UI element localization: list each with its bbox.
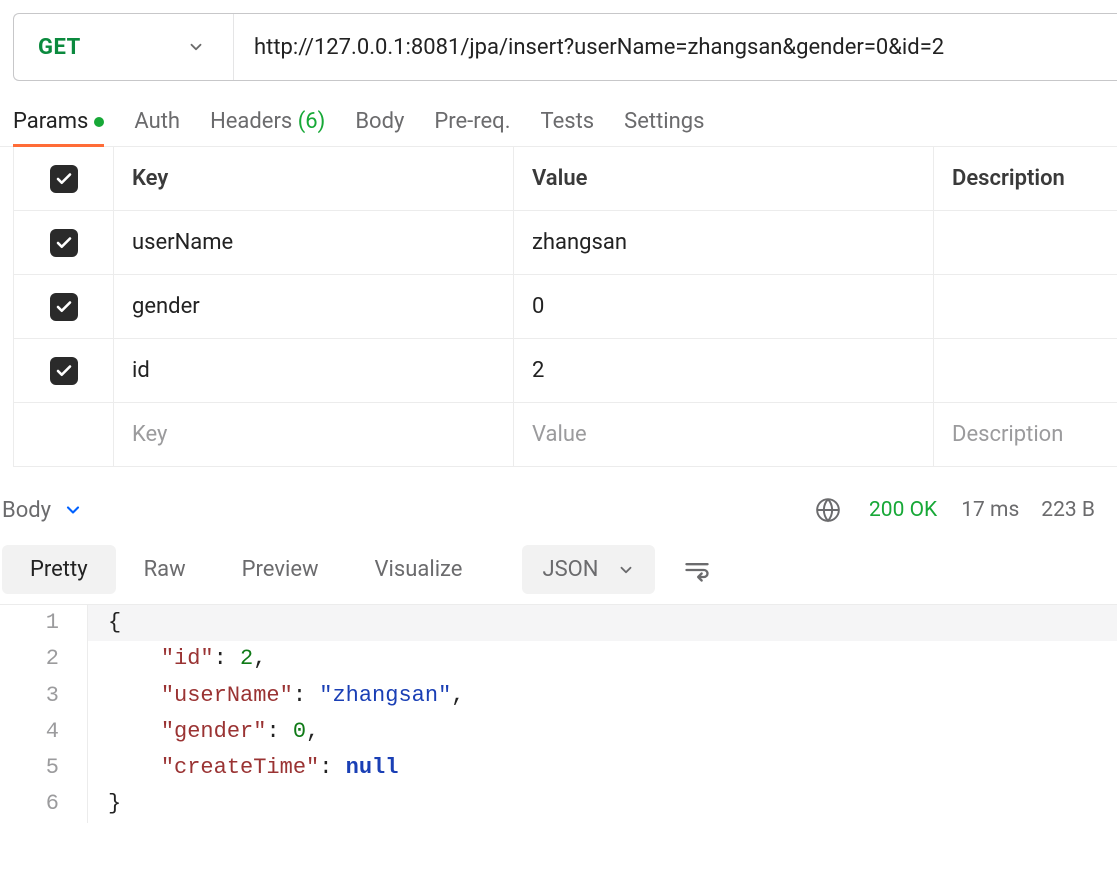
checkbox-checked-icon [50, 357, 78, 385]
tab-settings[interactable]: Settings [624, 109, 704, 146]
table-row: id2 [14, 339, 1117, 403]
chevron-down-icon[interactable] [63, 500, 83, 520]
code-line: 2 "id": 2, [0, 641, 1117, 677]
tab-params-label: Params [13, 109, 88, 134]
line-number: 6 [0, 786, 88, 822]
view-tab-raw[interactable]: Raw [116, 545, 214, 594]
params-header-row: Key Value Description [14, 147, 1117, 211]
row-checkbox-cell[interactable] [14, 339, 114, 402]
code-line: 3 "userName": "zhangsan", [0, 678, 1117, 714]
param-key-input[interactable]: gender [114, 275, 514, 338]
tab-body[interactable]: Body [355, 109, 404, 146]
param-key-input[interactable]: userName [114, 211, 514, 274]
col-header-key: Key [114, 147, 514, 210]
param-value-input[interactable]: zhangsan [514, 211, 934, 274]
code-line: 6} [0, 786, 1117, 822]
chevron-down-icon [617, 561, 635, 579]
col-header-description: Description [934, 147, 1117, 210]
tab-prereq[interactable]: Pre-req. [434, 109, 510, 146]
http-method-label: GET [38, 35, 81, 60]
line-content: } [88, 786, 121, 822]
line-number: 4 [0, 714, 88, 750]
response-status: 200 OK [869, 498, 937, 522]
tab-headers-label: Headers [210, 109, 292, 134]
view-tab-preview[interactable]: Preview [214, 545, 347, 594]
response-format-label: JSON [542, 557, 598, 582]
line-content: { [88, 605, 1117, 641]
chevron-down-icon [187, 38, 205, 56]
param-desc-input[interactable] [934, 211, 1117, 274]
globe-icon[interactable] [815, 497, 841, 523]
tab-headers[interactable]: Headers (6) [210, 109, 325, 146]
line-number: 3 [0, 678, 88, 714]
new-row-desc-input[interactable]: Description [934, 403, 1117, 466]
line-content: "id": 2, [88, 641, 266, 677]
code-line: 5 "createTime": null [0, 750, 1117, 786]
table-row: gender0 [14, 275, 1117, 339]
new-row-check-cell [14, 403, 114, 466]
line-content: "createTime": null [88, 750, 398, 786]
col-header-value: Value [514, 147, 934, 210]
row-checkbox-cell[interactable] [14, 211, 114, 274]
http-method-select[interactable]: GET [14, 14, 234, 80]
line-content: "userName": "zhangsan", [88, 678, 464, 714]
param-value-input[interactable]: 2 [514, 339, 934, 402]
line-wrap-icon[interactable] [683, 556, 711, 584]
tab-auth[interactable]: Auth [134, 109, 180, 146]
request-url-bar: GET http://127.0.0.1:8081/jpa/insert?use… [13, 13, 1117, 81]
view-tab-visualize[interactable]: Visualize [347, 545, 491, 594]
param-desc-input[interactable] [934, 339, 1117, 402]
line-number: 2 [0, 641, 88, 677]
new-row-key-input[interactable]: Key [114, 403, 514, 466]
response-section-select[interactable]: Body [2, 498, 51, 523]
response-meta-bar: Body 200 OK 17 ms 223 B [0, 477, 1117, 543]
table-row: userNamezhangsan [14, 211, 1117, 275]
view-tab-pretty[interactable]: Pretty [2, 545, 116, 594]
params-active-dot-icon [94, 117, 104, 127]
response-body-code[interactable]: 1{2 "id": 2,3 "userName": "zhangsan",4 "… [0, 604, 1117, 823]
request-tabs: Params Auth Headers (6) Body Pre-req. Te… [0, 81, 1117, 147]
tab-params[interactable]: Params [13, 109, 104, 146]
line-number: 5 [0, 750, 88, 786]
headers-count-badge: (6) [298, 109, 326, 134]
response-time: 17 ms [961, 498, 1019, 522]
param-desc-input[interactable] [934, 275, 1117, 338]
checkbox-checked-icon [50, 229, 78, 257]
code-line: 1{ [0, 605, 1117, 641]
param-value-input[interactable]: 0 [514, 275, 934, 338]
new-row-value-input[interactable]: Value [514, 403, 934, 466]
row-checkbox-cell[interactable] [14, 275, 114, 338]
url-input[interactable]: http://127.0.0.1:8081/jpa/insert?userNam… [234, 14, 1117, 80]
tab-tests[interactable]: Tests [541, 109, 595, 146]
response-view-tabs: Pretty Raw Preview Visualize JSON [0, 545, 1117, 594]
line-number: 1 [0, 605, 88, 641]
response-size: 223 B [1041, 498, 1095, 522]
params-new-row[interactable]: Key Value Description [14, 403, 1117, 467]
select-all-cell[interactable] [14, 147, 114, 210]
checkbox-checked-icon [50, 165, 78, 193]
line-content: "gender": 0, [88, 714, 319, 750]
checkbox-checked-icon [50, 293, 78, 321]
param-key-input[interactable]: id [114, 339, 514, 402]
params-table: Key Value Description userNamezhangsange… [13, 147, 1117, 467]
code-line: 4 "gender": 0, [0, 714, 1117, 750]
response-format-select[interactable]: JSON [522, 545, 654, 594]
